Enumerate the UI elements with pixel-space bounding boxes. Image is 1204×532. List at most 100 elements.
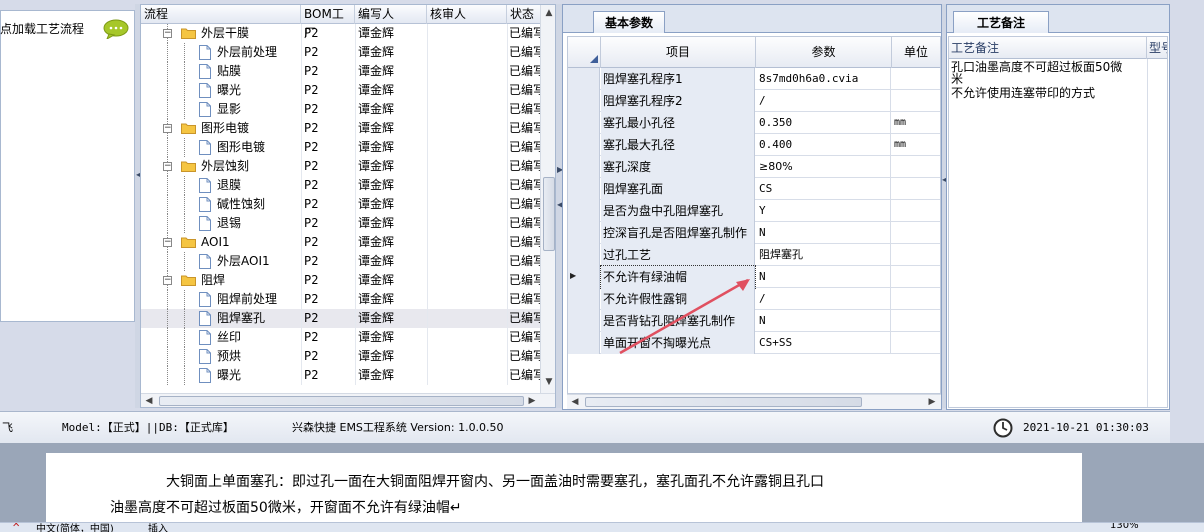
scroll-left-icon[interactable]: ◀ [570, 397, 580, 407]
row-header[interactable]: ▶ [568, 266, 600, 288]
tree-row[interactable]: 预烘 P2 谭金辉 已编写 [141, 347, 541, 366]
tab-basic-params[interactable]: 基本参数 [593, 11, 665, 33]
tree-col-divider [507, 271, 508, 290]
tab-process-notes[interactable]: 工艺备注 [953, 11, 1049, 33]
params-row[interactable]: 阻焊塞孔程序2/ [568, 90, 940, 112]
tree-col-bom[interactable]: BOM工厂 [301, 5, 355, 40]
tree-row[interactable]: 贴膜 P2 谭金辉 已编写 [141, 62, 541, 81]
scroll-left-icon[interactable]: ◀ [144, 396, 154, 406]
scroll-down-icon[interactable]: ▼ [543, 377, 555, 387]
row-header[interactable] [568, 200, 600, 222]
tree-col-reviewer[interactable]: 核审人 [427, 5, 507, 24]
tree-row[interactable]: − AOI1 P2 谭金辉 已编写 [141, 233, 541, 252]
params-cell-value[interactable]: / [756, 90, 891, 112]
tree-cell-bom: P2 [304, 178, 319, 192]
params-cell-value[interactable]: 0.350 [756, 112, 891, 134]
tree-row[interactable]: 退膜 P2 谭金辉 已编写 [141, 176, 541, 195]
params-col-item[interactable]: 项目 [601, 37, 756, 68]
params-row[interactable]: 塞孔深度 ≥80% [568, 156, 940, 178]
tree-row[interactable]: 丝印 P2 谭金辉 已编写 [141, 328, 541, 347]
params-cell-unit: mm [894, 117, 907, 128]
tree-row[interactable]: − 阻焊 P2 谭金辉 已编写 [141, 271, 541, 290]
params-hscroll-thumb[interactable] [585, 397, 862, 407]
scroll-right-icon[interactable]: ▶ [927, 397, 937, 407]
params-cell-item: 阻焊塞孔面 [601, 178, 755, 200]
row-header[interactable] [568, 112, 600, 134]
tree-col-divider [507, 62, 508, 81]
row-header[interactable] [568, 134, 600, 156]
tree-row[interactable]: 曝光 P2 谭金辉 已编写 [141, 81, 541, 100]
tree-col-process[interactable]: 流程 [141, 5, 301, 24]
collapse-toggle-icon[interactable]: − [163, 162, 172, 171]
row-header[interactable] [568, 156, 600, 178]
params-row[interactable]: 是否为盘中孔阻焊塞孔 Y [568, 200, 940, 222]
params-cell-value[interactable]: ≥80% [756, 156, 891, 178]
params-row[interactable]: 控深盲孔是否阻焊塞孔制作 N [568, 222, 940, 244]
tree-row[interactable]: 碱性蚀刻 P2 谭金辉 已编写 [141, 195, 541, 214]
params-row[interactable]: 阻焊塞孔程序1 8s7md0h6a0.cvia [568, 68, 940, 90]
params-col-unit[interactable]: 单位 [892, 37, 940, 68]
tree-col-divider [427, 252, 428, 271]
params-cell-value[interactable]: CS [756, 178, 891, 200]
tree-vertical-scrollbar[interactable]: ▲ ▼ [540, 5, 555, 393]
params-row[interactable]: 塞孔最大孔径 0.400 mm [568, 134, 940, 156]
tree-guide-line [184, 347, 185, 366]
params-cell-value[interactable]: 阻焊塞孔 [756, 244, 891, 266]
row-header[interactable] [568, 244, 600, 266]
tree-header: 流程 BOM工厂 编写人 核审人 状态 [141, 5, 555, 40]
tree-row[interactable]: 图形电镀 P2 谭金辉 已编写 [141, 138, 541, 157]
tree-row[interactable]: − 外层蚀刻 P2 谭金辉 已编写 [141, 157, 541, 176]
params-cell-value[interactable]: 0.400 [756, 134, 891, 156]
params-row[interactable]: 阻焊塞孔面 CS [568, 178, 940, 200]
tree-row[interactable]: 曝光 P2 谭金辉 已编写 [141, 366, 541, 385]
params-cell-value[interactable]: / [756, 288, 891, 310]
tree-row[interactable]: 阻焊前处理 P2 谭金辉 已编写 [141, 290, 541, 309]
row-header[interactable] [568, 310, 600, 332]
word-language[interactable]: 中文(简体，中国) [36, 523, 114, 532]
params-horizontal-scrollbar[interactable]: ◀ ▶ [567, 394, 941, 409]
tree-col-divider [301, 100, 302, 119]
tree-col-divider [427, 43, 428, 62]
params-cell-value[interactable]: CS+SS [756, 332, 891, 354]
collapse-toggle-icon[interactable]: − [163, 276, 172, 285]
row-header[interactable] [568, 288, 600, 310]
tree-row[interactable]: 外层前处理 P2 谭金辉 已编写 [141, 43, 541, 62]
tree-col-divider [355, 271, 356, 290]
notes-text-cell[interactable]: 孔口油墨高度不可超过板面50微 米 不允许使用连塞带印的方式 [951, 61, 1141, 99]
params-cell-value[interactable]: N [756, 222, 891, 244]
collapse-toggle-icon[interactable]: − [163, 238, 172, 247]
tree-row[interactable]: 退锡 P2 谭金辉 已编写 [141, 214, 541, 233]
tree-row[interactable]: 外层AOI1 P2 谭金辉 已编写 [141, 252, 541, 271]
row-header[interactable] [568, 90, 600, 112]
notes-col-remark[interactable]: 工艺备注 [951, 37, 1147, 59]
speech-bubble-icon[interactable] [103, 19, 129, 39]
notes-col-model[interactable]: 型号 [1149, 37, 1167, 59]
collapse-toggle-icon[interactable]: − [163, 29, 172, 38]
params-cell-value[interactable]: 8s7md0h6a0.cvia [756, 68, 891, 90]
row-header[interactable] [568, 222, 600, 244]
collapse-toggle-icon[interactable]: − [163, 124, 172, 133]
tree-col-status[interactable]: 状态 [507, 5, 541, 24]
params-row[interactable]: 塞孔最小孔径 0.350 mm [568, 112, 940, 134]
word-insert-mode[interactable]: 插入 [148, 523, 168, 532]
scroll-up-icon[interactable]: ▲ [543, 8, 555, 18]
tree-row[interactable]: 显影 P2 谭金辉 已编写 [141, 100, 541, 119]
tree-col-writer[interactable]: 编写人 [355, 5, 427, 24]
tree-row[interactable]: − 图形电镀 P2 谭金辉 已编写 [141, 119, 541, 138]
document-page[interactable]: 大铜面上单面塞孔：即过孔一面在大铜面阻焊开窗内、另一面盖油时需要塞孔，塞孔面孔不… [46, 453, 1082, 532]
params-cell-value[interactable]: N [756, 310, 891, 332]
params-col-value[interactable]: 参数 [756, 37, 892, 68]
row-header[interactable] [568, 178, 600, 200]
tree-scroll-thumb[interactable] [543, 177, 555, 251]
row-header[interactable] [568, 68, 600, 90]
params-cell-value[interactable]: N [756, 266, 891, 288]
tree-hscroll-thumb[interactable] [159, 396, 524, 406]
row-header[interactable] [568, 332, 600, 354]
tree-horizontal-scrollbar[interactable]: ◀ ▶ [141, 393, 555, 407]
tree-row[interactable]: − 外层干膜 P2 谭金辉 已编写 [141, 24, 541, 43]
word-zoom[interactable]: 130% [1110, 523, 1139, 531]
tree-row[interactable]: 阻焊塞孔 P2 谭金辉 已编写 [141, 309, 541, 328]
scroll-right-icon[interactable]: ▶ [527, 396, 537, 406]
proofing-error-icon[interactable]: ✕ [12, 523, 20, 530]
params-cell-value[interactable]: Y [756, 200, 891, 222]
